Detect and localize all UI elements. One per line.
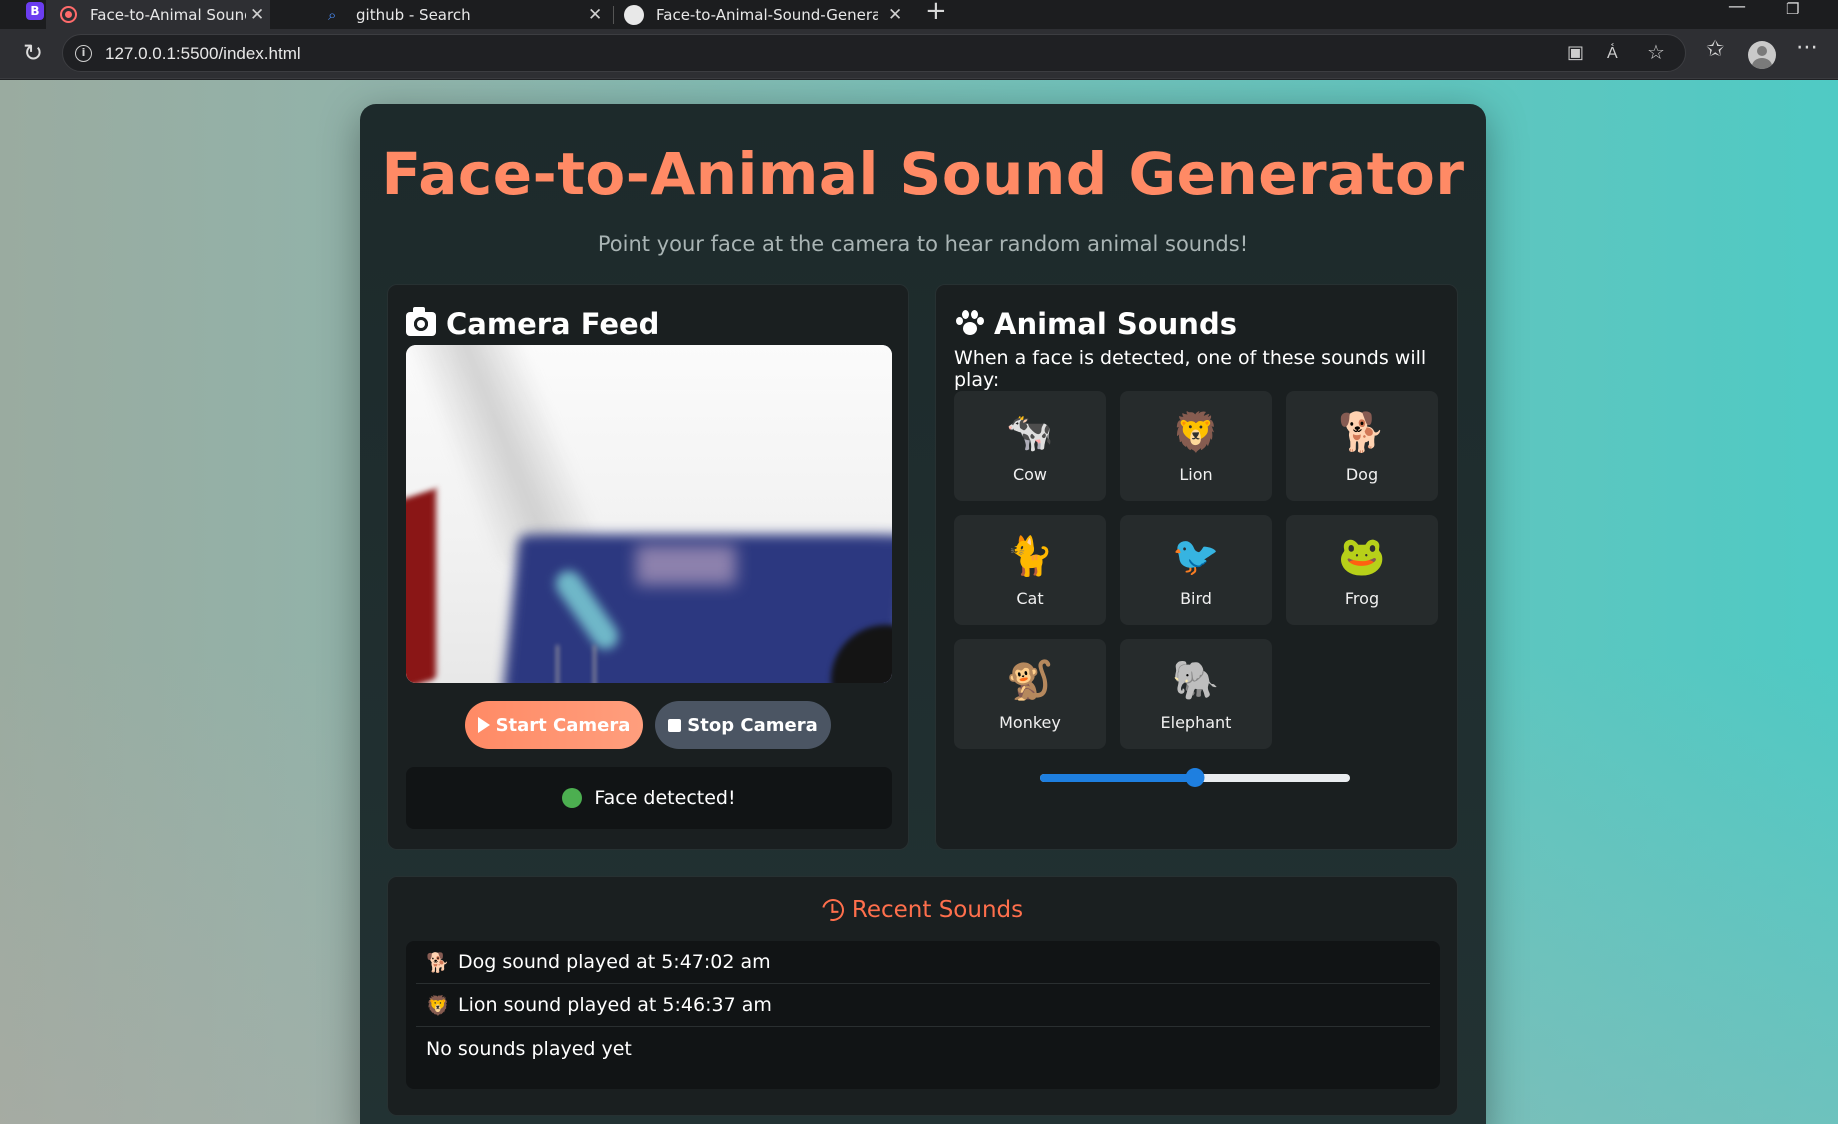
animal-tile-monkey[interactable]: 🐒 Monkey [954,639,1106,749]
recent-sounds-title: Recent Sounds [388,894,1457,926]
restore-icon[interactable]: ❐ [1786,0,1799,18]
animal-sounds-card: Animal Sounds When a face is detected, o… [935,284,1458,850]
favorite-star-icon[interactable]: ☆ [1647,40,1665,64]
favorites-icon[interactable]: ✩ [1706,37,1724,62]
list-item: 🦁 Lion sound played at 5:46:37 am [416,984,1430,1027]
animal-name: Bird [1180,588,1212,608]
animal-name: Monkey [999,712,1061,732]
camera-card-title: Camera Feed [406,307,659,341]
reload-icon[interactable]: ↻ [19,39,47,67]
tab-title: Face-to-Animal Sound Generator [90,5,246,24]
bird-icon: 🐦 [1172,533,1220,578]
stop-camera-label: Stop Camera [687,714,818,736]
address-bar: ↻ i 127.0.0.1:5500/index.html ▣ A᷾ ☆ ✩ ⋯ [0,29,1838,79]
elephant-icon: 🐘 [1172,657,1220,702]
stop-camera-button[interactable]: Stop Camera [655,701,831,749]
new-tab-icon[interactable]: + [925,0,947,26]
animal-tile-cat[interactable]: 🐈 Cat [954,515,1106,625]
animal-tile-bird[interactable]: 🐦 Bird [1120,515,1272,625]
cat-icon: 🐈 [1006,533,1054,578]
site-info-icon[interactable]: i [75,45,92,62]
list-item: No sounds played yet [416,1027,1430,1070]
camera-video-feed [406,345,892,683]
animal-tile-elephant[interactable]: 🐘 Elephant [1120,639,1272,749]
minimize-icon[interactable]: — [1728,0,1746,17]
stop-icon [668,718,682,732]
animal-name: Dog [1345,464,1379,484]
start-camera-button[interactable]: Start Camera [465,701,643,749]
close-tab-icon[interactable]: ✕ [588,5,602,25]
detection-status: Face detected! [406,767,892,829]
history-text: Lion sound played at 5:46:37 am [458,994,772,1016]
animal-sounds-title: Animal Sounds [954,307,1237,341]
page-viewport: Face-to-Animal Sound Generator Point you… [0,80,1838,1124]
more-menu-icon[interactable]: ⋯ [1796,35,1818,60]
frog-icon: 🐸 [1338,533,1386,578]
slider-thumb[interactable] [1185,768,1205,787]
animal-name: Elephant [1160,712,1232,732]
recent-sounds-list: 🐕 Dog sound played at 5:47:02 am 🦁 Lion … [406,941,1440,1089]
animal-name: Frog [1344,588,1380,608]
close-tab-icon[interactable]: ✕ [888,5,902,25]
volume-slider[interactable] [1040,768,1350,787]
browser-profile-icon[interactable]: B [26,2,44,20]
tab-title: Face-to-Animal-Sound-Generator [656,5,878,24]
monkey-icon: 🐒 [1006,657,1054,702]
tab-github-repo[interactable]: Face-to-Animal-Sound-Generator ✕ [622,0,912,29]
page-title: Face-to-Animal Sound Generator [381,140,1465,208]
list-item: 🐕 Dog sound played at 5:47:02 am [416,941,1430,984]
camera-heading: Camera Feed [446,307,660,341]
history-icon [817,894,848,926]
history-text: No sounds played yet [426,1037,632,1060]
close-tab-icon[interactable]: ✕ [250,5,264,25]
status-indicator-dot [562,788,583,808]
animal-name: Cow [1012,464,1048,484]
animal-tile-lion[interactable]: 🦁 Lion [1120,391,1272,501]
tab-github-search[interactable]: ⌕ github - Search ✕ [318,0,610,29]
dog-icon: 🐕 [426,951,450,974]
animal-name: Cat [1016,588,1044,608]
page-subtitle: Point your face at the camera to hear ra… [597,232,1249,256]
recent-sounds-card: Recent Sounds 🐕 Dog sound played at 5:47… [387,876,1458,1116]
sounds-instruction: When a face is detected, one of these so… [954,347,1427,391]
dog-icon: 🐕 [1338,409,1386,454]
history-text: Dog sound played at 5:47:02 am [458,951,771,973]
cow-icon: 🐄 [1006,409,1054,454]
camera-in-use-icon[interactable]: ▣ [1567,42,1584,63]
animal-name: Lion [1179,464,1213,484]
tab-divider [613,6,614,24]
status-text: Face detected! [594,787,736,809]
search-icon: ⌕ [328,5,337,24]
url-omnibox[interactable]: i 127.0.0.1:5500/index.html ▣ A᷾ ☆ [62,34,1686,72]
recording-icon [60,6,77,23]
browser-tab-strip: B Face-to-Animal Sound Generator ✕ ⌕ git… [0,0,1838,29]
recent-sounds-heading: Recent Sounds [851,897,1024,923]
slider-fill [1040,774,1195,782]
read-aloud-icon[interactable]: A᷾ [1607,43,1618,63]
animal-tile-dog[interactable]: 🐕 Dog [1286,391,1438,501]
start-camera-label: Start Camera [495,714,631,736]
app-container: Face-to-Animal Sound Generator Point you… [360,104,1486,1124]
animal-sounds-heading: Animal Sounds [994,307,1237,341]
lion-icon: 🦁 [426,994,450,1017]
animal-tile-frog[interactable]: 🐸 Frog [1286,515,1438,625]
url-text[interactable]: 127.0.0.1:5500/index.html [105,44,301,64]
animal-tile-cow[interactable]: 🐄 Cow [954,391,1106,501]
github-icon [624,4,644,25]
play-icon [477,717,490,733]
paw-icon [954,310,984,338]
lion-icon: 🦁 [1172,409,1220,454]
camera-card: Camera Feed Start Camera Stop Camera Fac… [387,284,909,850]
camera-icon [406,307,436,336]
tab-title: github - Search [356,5,471,24]
tab-face-to-animal[interactable]: Face-to-Animal Sound Generator ✕ [46,0,270,29]
profile-avatar[interactable] [1748,41,1776,69]
